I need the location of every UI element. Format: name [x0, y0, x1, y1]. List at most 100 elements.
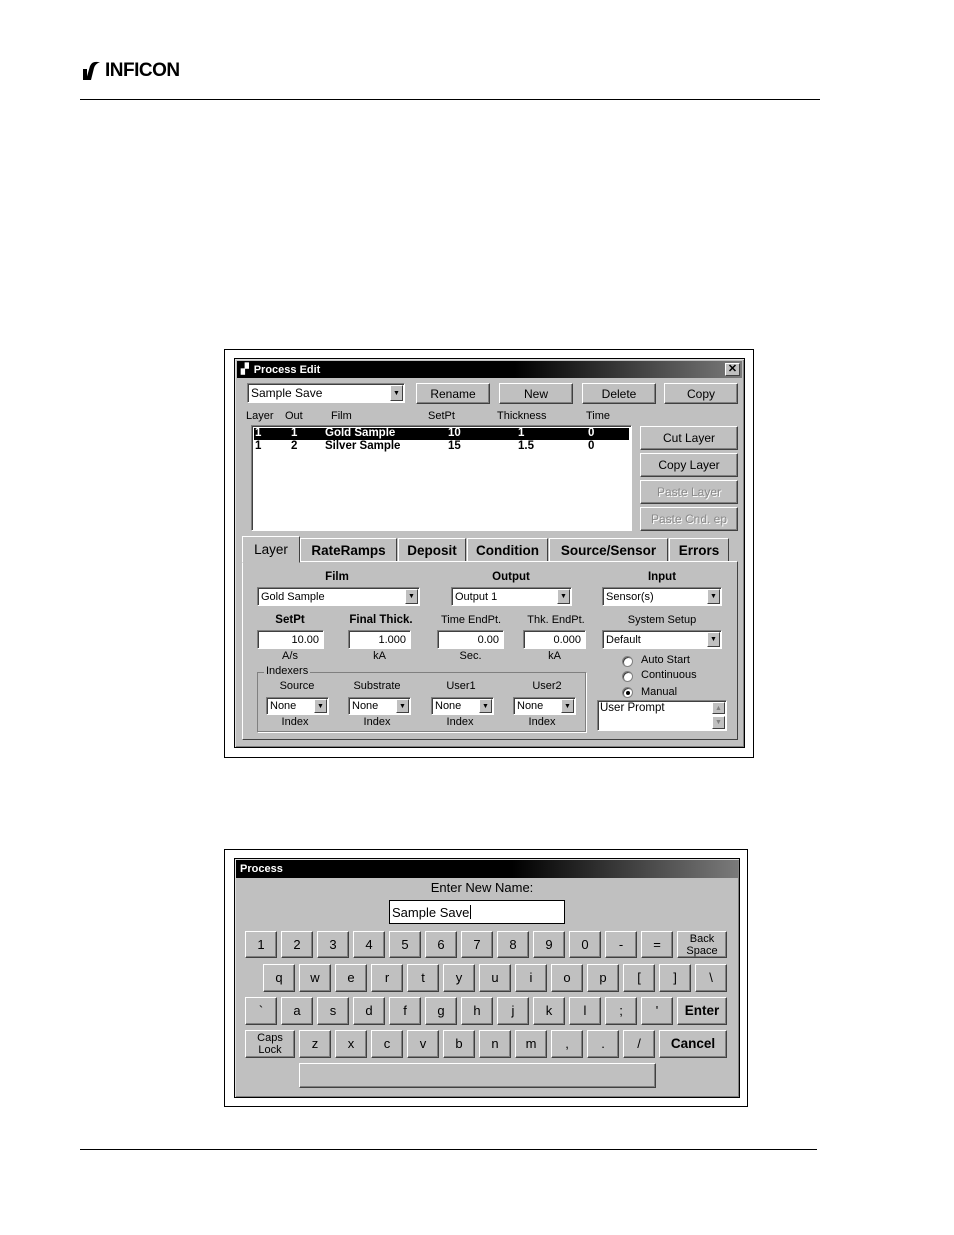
enter-key[interactable]: Enter [677, 997, 727, 1025]
key-f[interactable]: f [389, 997, 421, 1025]
key-w[interactable]: w [299, 964, 331, 992]
chevron-down-icon[interactable]: ▼ [314, 699, 327, 713]
table-row[interactable]: 1 1 Gold Sample 10 1 0 [254, 427, 629, 440]
key-equals[interactable]: = [641, 931, 673, 958]
tab-rateramps[interactable]: RateRamps [300, 538, 397, 562]
cancel-button[interactable]: Cancel [659, 1030, 727, 1058]
chevron-down-icon[interactable]: ▼ [390, 385, 403, 401]
chevron-down-icon[interactable]: ▼ [561, 699, 574, 713]
auto-start-label: Auto Start [641, 654, 690, 666]
key-a[interactable]: a [281, 997, 313, 1025]
tab-condition[interactable]: Condition [467, 538, 548, 562]
paste-condition-button[interactable]: Paste Cnd. ep [640, 507, 738, 531]
tab-deposit[interactable]: Deposit [398, 538, 466, 562]
user-prompt-box[interactable]: User Prompt [597, 700, 727, 731]
chevron-down-icon[interactable]: ▼ [479, 699, 492, 713]
input-select[interactable]: Sensor(s) ▼ [602, 587, 722, 606]
key-6[interactable]: 6 [425, 931, 457, 958]
scroll-up-icon[interactable]: ▲ [712, 702, 725, 714]
key-l[interactable]: l [569, 997, 601, 1025]
key-y[interactable]: y [443, 964, 475, 992]
user2-index-select[interactable]: None ▼ [513, 697, 576, 715]
continuous-radio[interactable] [622, 671, 633, 682]
key-j[interactable]: j [497, 997, 529, 1025]
key-backtick[interactable]: ` [245, 997, 277, 1025]
key-o[interactable]: o [551, 964, 583, 992]
key-9[interactable]: 9 [533, 931, 565, 958]
caps-lock-key[interactable]: Caps Lock [245, 1030, 295, 1058]
backspace-key[interactable]: Back Space [677, 931, 727, 958]
film-select[interactable]: Gold Sample ▼ [257, 587, 420, 606]
time-endpt-input[interactable]: 0.00 [437, 630, 504, 649]
key-z[interactable]: z [299, 1030, 331, 1058]
key-2[interactable]: 2 [281, 931, 313, 958]
new-name-input[interactable]: Sample Save [389, 900, 565, 924]
copy-layer-button[interactable]: Copy Layer [640, 453, 738, 477]
key-5[interactable]: 5 [389, 931, 421, 958]
chevron-down-icon[interactable]: ▼ [396, 699, 409, 713]
key-1[interactable]: 1 [245, 931, 277, 958]
key-0[interactable]: 0 [569, 931, 601, 958]
setpt-input[interactable]: 10.00 [257, 630, 324, 649]
delete-button[interactable]: Delete [582, 383, 656, 404]
key-3[interactable]: 3 [317, 931, 349, 958]
key-t[interactable]: t [407, 964, 439, 992]
key-period[interactable]: . [587, 1030, 619, 1058]
key-s[interactable]: s [317, 997, 349, 1025]
key-m[interactable]: m [515, 1030, 547, 1058]
key-right-bracket[interactable]: ] [659, 964, 691, 992]
system-setup-select[interactable]: Default ▼ [602, 630, 722, 649]
rename-button[interactable]: Rename [416, 383, 490, 404]
key-b[interactable]: b [443, 1030, 475, 1058]
final-thick-input[interactable]: 1.000 [348, 630, 411, 649]
key-e[interactable]: e [335, 964, 367, 992]
process-select[interactable]: Sample Save ▼ [247, 383, 405, 403]
key-r[interactable]: r [371, 964, 403, 992]
key-p[interactable]: p [587, 964, 619, 992]
cut-layer-button[interactable]: Cut Layer [640, 426, 738, 450]
chevron-down-icon[interactable]: ▼ [707, 632, 720, 647]
key-comma[interactable]: , [551, 1030, 583, 1058]
manual-radio[interactable] [622, 687, 633, 698]
key-g[interactable]: g [425, 997, 457, 1025]
copy-button[interactable]: Copy [664, 383, 738, 404]
tab-layer[interactable]: Layer [242, 536, 300, 563]
key-q[interactable]: q [263, 964, 295, 992]
chevron-down-icon[interactable]: ▼ [405, 589, 418, 604]
key-k[interactable]: k [533, 997, 565, 1025]
key-left-bracket[interactable]: [ [623, 964, 655, 992]
key-h[interactable]: h [461, 997, 493, 1025]
chevron-down-icon[interactable]: ▼ [557, 589, 570, 604]
close-button[interactable]: ✕ [725, 363, 740, 376]
key-n[interactable]: n [479, 1030, 511, 1058]
thk-endpt-input[interactable]: 0.000 [523, 630, 586, 649]
tab-errors[interactable]: Errors [669, 538, 729, 562]
substrate-index-select[interactable]: None ▼ [348, 697, 411, 715]
auto-start-radio[interactable] [622, 656, 633, 667]
key-7[interactable]: 7 [461, 931, 493, 958]
key-i[interactable]: i [515, 964, 547, 992]
key-v[interactable]: v [407, 1030, 439, 1058]
scroll-down-icon[interactable]: ▼ [712, 716, 725, 729]
chevron-down-icon[interactable]: ▼ [707, 589, 720, 604]
key-x[interactable]: x [335, 1030, 367, 1058]
key-4[interactable]: 4 [353, 931, 385, 958]
key-u[interactable]: u [479, 964, 511, 992]
table-row[interactable]: 1 2 Silver Sample 15 1.5 0 [254, 440, 629, 453]
key-slash[interactable]: / [623, 1030, 655, 1058]
source-index-select[interactable]: None ▼ [266, 697, 329, 715]
space-key[interactable] [299, 1063, 656, 1088]
key-quote[interactable]: ' [641, 997, 673, 1025]
tab-source-sensor[interactable]: Source/Sensor [549, 538, 668, 562]
layer-list[interactable]: 1 1 Gold Sample 10 1 0 1 2 Silver Sample… [251, 425, 632, 531]
key-c[interactable]: c [371, 1030, 403, 1058]
key-d[interactable]: d [353, 997, 385, 1025]
key-8[interactable]: 8 [497, 931, 529, 958]
paste-layer-button[interactable]: Paste Layer [640, 480, 738, 504]
key-semicolon[interactable]: ; [605, 997, 637, 1025]
new-button[interactable]: New [499, 383, 573, 404]
key-minus[interactable]: - [605, 931, 637, 958]
key-backslash[interactable]: \ [695, 964, 727, 992]
user1-index-select[interactable]: None ▼ [431, 697, 494, 715]
output-select[interactable]: Output 1 ▼ [451, 587, 572, 606]
